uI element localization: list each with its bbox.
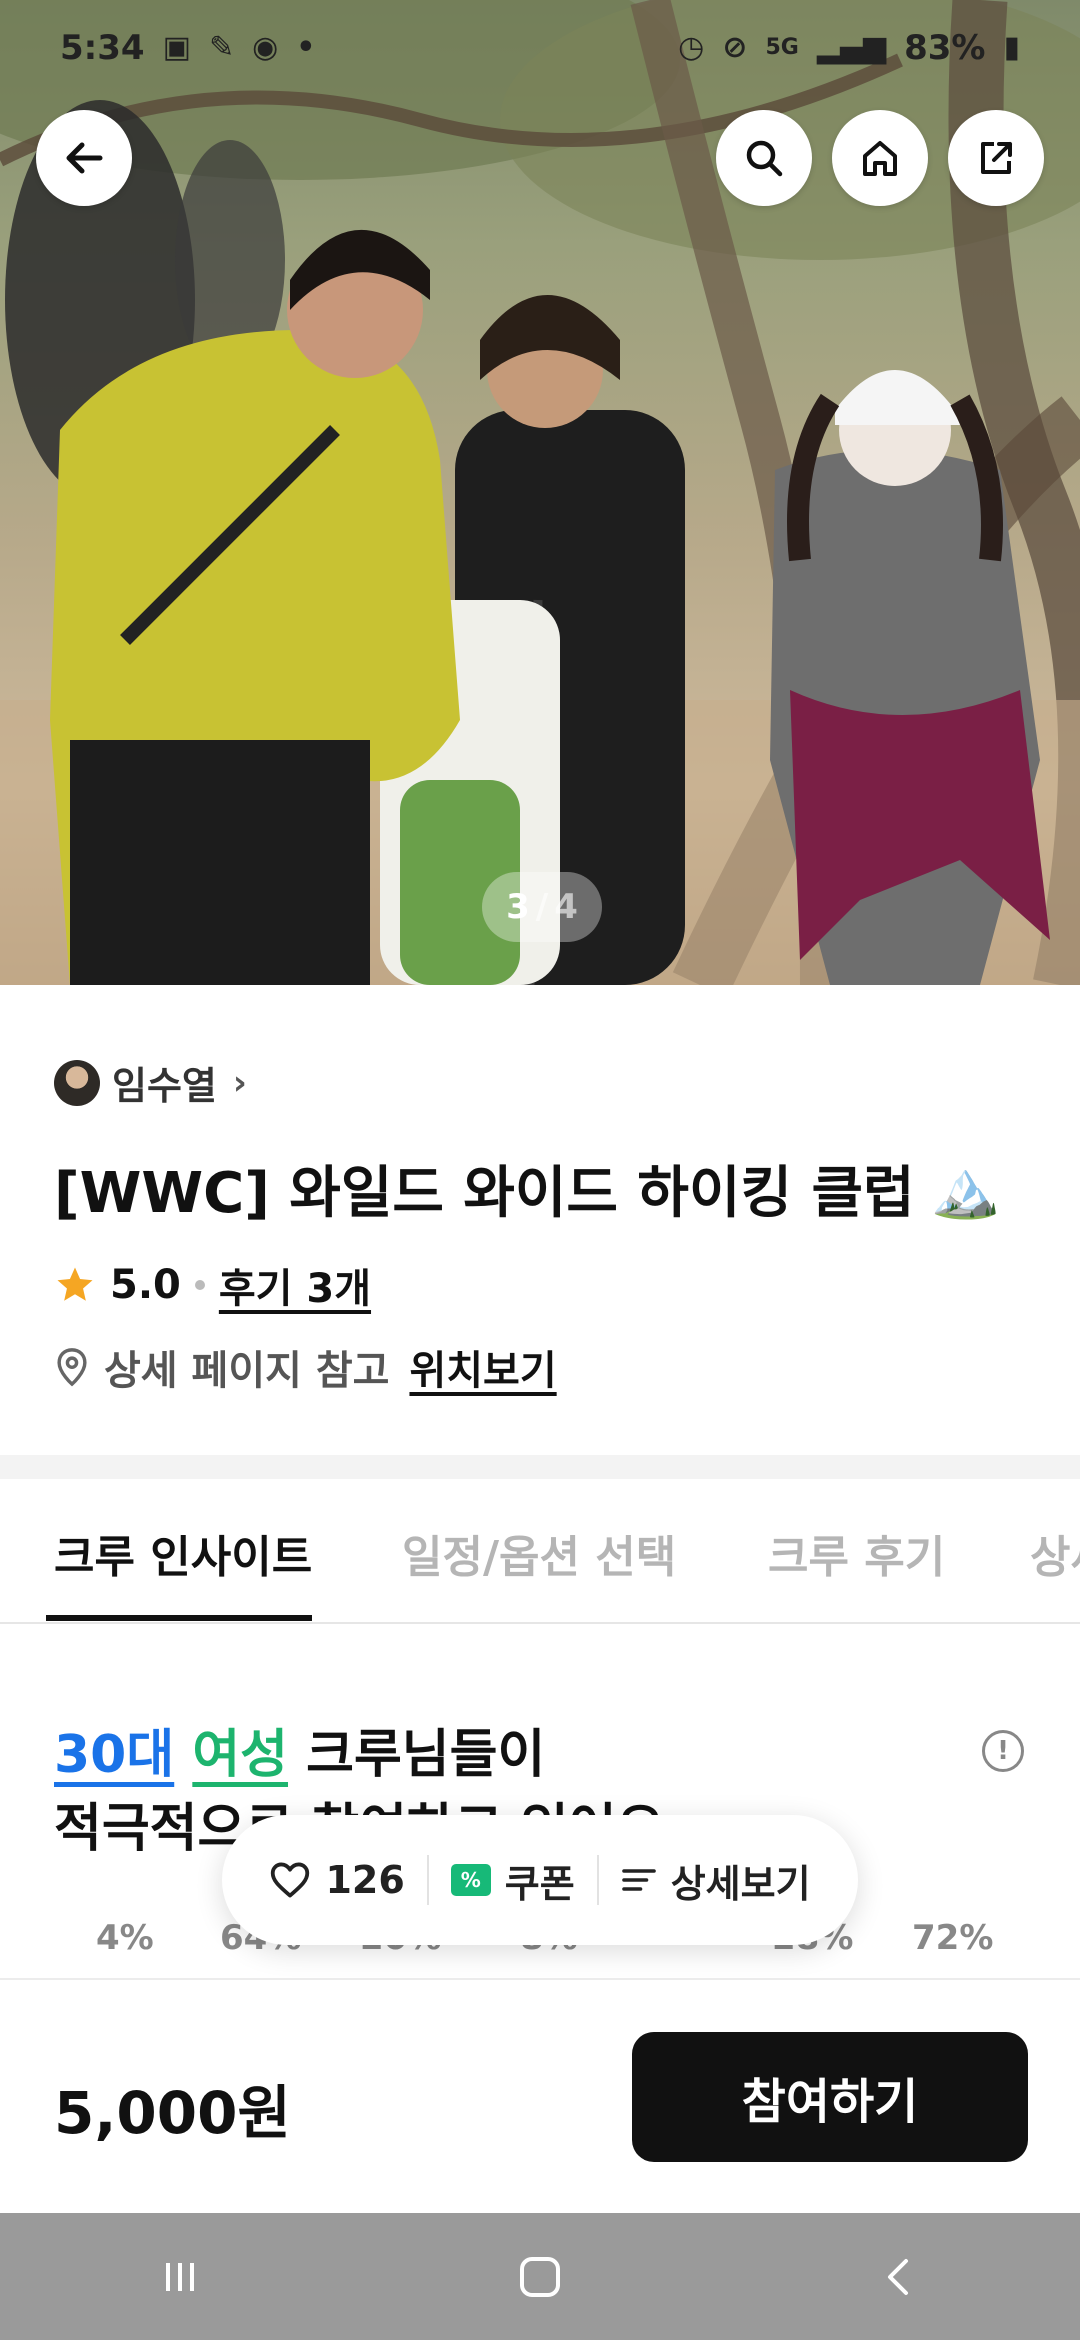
view-location-link[interactable]: 위치보기 (409, 1338, 556, 1396)
home-icon (863, 141, 897, 176)
app-notification-icon: ◉ (252, 30, 279, 65)
home-nav-button[interactable] (480, 2237, 600, 2317)
pen-icon: ✎ (208, 30, 235, 65)
pager-total: 4 (554, 887, 578, 927)
separator-dot (194, 1280, 205, 1290)
mute-icon: ⊘ (722, 30, 748, 65)
heart-icon (271, 1862, 310, 1898)
dot-icon: • (296, 30, 316, 65)
coupon-icon: % (450, 1864, 491, 1896)
home-button[interactable] (832, 110, 928, 206)
rating-value: 5.0 (110, 1262, 181, 1308)
tab-crew-reviews[interactable]: 크루 후기 (768, 1521, 945, 1585)
host-avatar (54, 1059, 100, 1106)
tab-bar: 크루 인사이트 일정/옵션 선택 크루 후기 상세 (0, 1479, 1080, 1624)
share-button[interactable] (948, 110, 1044, 206)
price: 5,000원 (54, 2079, 291, 2147)
pager-current: 3 (506, 887, 530, 927)
crew-title: [WWC] 와일드 와이드 하이킹 클럽 🏔️ (54, 1148, 1000, 1229)
network-label: 5G (765, 35, 799, 60)
back-button[interactable] (36, 110, 132, 206)
info-icon[interactable]: ! (982, 1730, 1024, 1772)
section-divider (0, 1455, 1080, 1479)
star-icon (57, 1267, 93, 1301)
pill-separator (426, 1855, 429, 1905)
detail-label: 상세보기 (670, 1861, 811, 1906)
coupon-label: 쿠폰 (504, 1861, 575, 1906)
crew-title-text: [WWC] 와일드 와이드 하이킹 클럽 (54, 1161, 915, 1226)
insight-age: 30대 (54, 1725, 175, 1785)
hero-image-carousel[interactable]: 5:34 ▣ ✎ ◉ • ◷ ⊘ 5G ▂▄▆ 83% ▮ 3 / 4 (0, 0, 1080, 985)
active-tab-indicator (46, 1615, 312, 1621)
alarm-icon: ◷ (678, 30, 705, 65)
tab-crew-insight[interactable]: 크루 인사이트 (54, 1521, 312, 1585)
detail-button[interactable]: 상세보기 (621, 1853, 811, 1908)
status-bar: 5:34 ▣ ✎ ◉ • ◷ ⊘ 5G ▂▄▆ 83% ▮ (0, 0, 1080, 95)
location-pin-icon (57, 1348, 87, 1387)
search-button[interactable] (716, 110, 812, 206)
tab-schedule-options[interactable]: 일정/옵션 선택 (402, 1521, 676, 1585)
rating-row: 5.0 후기 3개 (54, 1256, 371, 1314)
signal-icon: ▂▄▆ (816, 30, 887, 65)
recent-apps-icon (166, 2262, 194, 2291)
battery-icon: ▮ (1003, 30, 1020, 65)
join-button[interactable]: 참여하기 (632, 2032, 1028, 2162)
battery-percent: 83% (904, 27, 986, 68)
insight-line1: 크루님들이 (306, 1725, 546, 1785)
search-icon (746, 140, 783, 177)
back-nav-button[interactable] (840, 2237, 960, 2317)
gallery-icon: ▣ (162, 30, 191, 65)
host-link[interactable]: 임수열 › (54, 1055, 247, 1110)
home-square-icon (520, 2256, 560, 2297)
reviews-link[interactable]: 후기 3개 (219, 1256, 371, 1314)
chevron-left-icon (888, 2258, 908, 2295)
image-pager-indicator: 3 / 4 (482, 872, 602, 942)
pill-separator (596, 1855, 599, 1905)
location-text: 상세 페이지 참고 (104, 1348, 390, 1394)
system-navigation-bar (0, 2213, 1080, 2340)
floating-action-bar: 126 % 쿠폰 상세보기 (222, 1815, 858, 1945)
coupon-button[interactable]: % 쿠폰 (450, 1853, 575, 1908)
chevron-right-icon: › (232, 1062, 247, 1103)
pager-separator: / (535, 887, 549, 927)
insight-percent: 4% (96, 1918, 154, 1958)
recent-apps-button[interactable] (120, 2237, 240, 2317)
host-name: 임수열 (112, 1064, 217, 1108)
arrow-left-icon (66, 142, 103, 174)
status-time: 5:34 (60, 27, 145, 68)
tab-details[interactable]: 상세 (1030, 1521, 1080, 1585)
insight-percent: 72% (912, 1918, 994, 1958)
purchase-bar: 5,000원 참여하기 (0, 1978, 1080, 2213)
like-count: 126 (325, 1858, 405, 1902)
location-row: 상세 페이지 참고 위치보기 (54, 1338, 557, 1396)
share-icon (981, 142, 1012, 174)
mountain-emoji: 🏔️ (930, 1156, 1001, 1222)
insight-gender: 여성 (192, 1725, 289, 1785)
like-button[interactable]: 126 (269, 1858, 405, 1902)
list-icon (621, 1869, 656, 1891)
